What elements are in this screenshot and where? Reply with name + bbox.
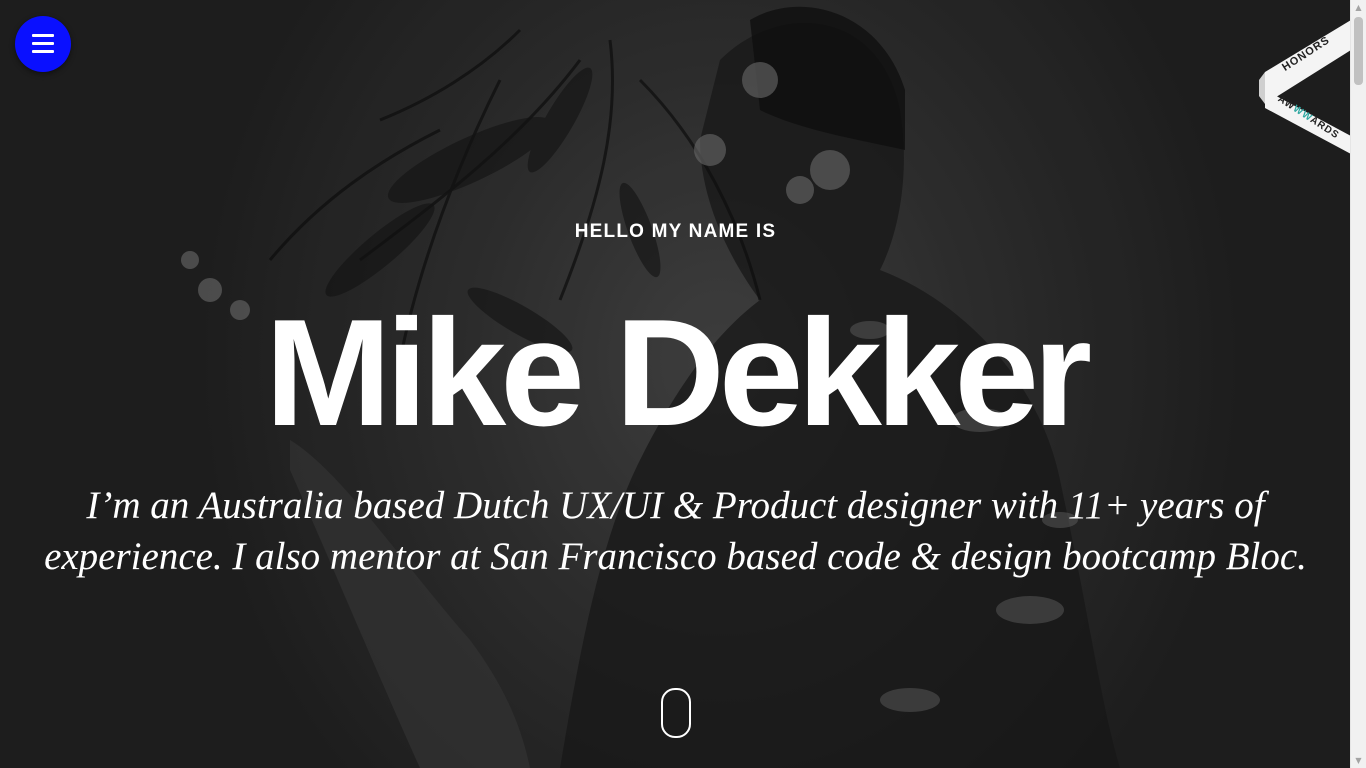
- scroll-down-icon[interactable]: ▼: [1351, 753, 1366, 768]
- awwwards-honors-ribbon[interactable]: HONORS AWWWARDS: [1259, 20, 1351, 156]
- menu-button[interactable]: [15, 16, 71, 72]
- page: HONORS AWWWARDS HELLO MY NAME IS Mike De…: [0, 0, 1366, 768]
- mouse-scroll-icon[interactable]: [661, 688, 691, 738]
- hero-bio-text: I’m an Australia based Dutch UX/UI & Pro…: [44, 484, 1307, 578]
- hamburger-menu-icon: [32, 33, 54, 55]
- hero-name-heading: Mike Dekker: [264, 288, 1092, 458]
- scroll-up-icon[interactable]: ▲: [1351, 0, 1366, 15]
- page-scrollbar[interactable]: ▲ ▼: [1350, 0, 1366, 768]
- hero-eyebrow: HELLO MY NAME IS: [574, 221, 777, 242]
- scrollbar-thumb[interactable]: [1354, 17, 1363, 85]
